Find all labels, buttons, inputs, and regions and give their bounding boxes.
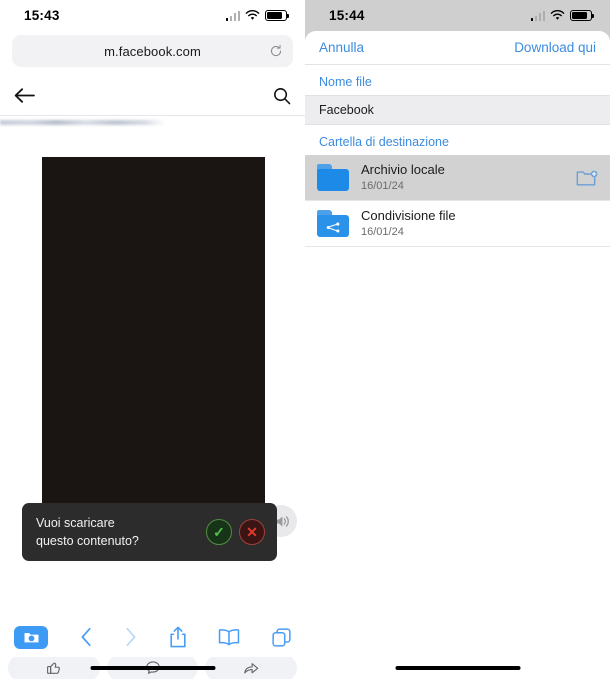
tabs-icon[interactable] [272,627,291,647]
dialog-message: Vuoi scaricare questo contenuto? [36,514,139,550]
dual-screenshot-container: 15:43 m.facebook.com Vuoi scaricare ques… [0,0,610,679]
cellular-signal-icon [225,10,240,21]
status-bar-left: 15:43 [0,0,305,31]
folder-date: 16/01/24 [361,179,404,192]
destination-section-label: Cartella di destinazione [305,125,610,155]
new-folder-icon[interactable] [576,169,598,187]
filename-input[interactable]: Facebook [305,95,610,125]
safari-toolbar [0,617,305,657]
wifi-icon [245,10,260,20]
cellular-signal-icon [530,10,545,21]
book-icon[interactable] [218,628,240,646]
home-indicator-left [90,665,215,670]
wifi-icon [550,10,565,20]
facebook-nav-bar [0,76,305,116]
status-bar-icons [530,10,595,21]
battery-icon [570,10,595,21]
facebook-post-area: Vuoi scaricare questo contenuto? ✓ ✕ [0,120,305,679]
folder-list-item-archivio-locale[interactable]: Archivio locale 16/01/24 [305,155,610,201]
status-bar-right: 15:44 [305,0,610,31]
sheet-header: Annulla Download qui [305,31,610,65]
url-text: m.facebook.com [104,43,201,59]
status-bar-time: 15:43 [24,8,60,23]
reload-icon[interactable] [269,44,283,58]
video-player[interactable] [42,157,265,512]
thumbs-up-icon[interactable] [8,655,100,679]
left-phone-screen: 15:43 m.facebook.com Vuoi scaricare ques… [0,0,305,679]
share-up-icon[interactable] [169,626,187,648]
shared-folder-icon [317,210,351,237]
download-confirm-dialog: Vuoi scaricare questo contenuto? ✓ ✕ [22,503,277,562]
dialog-message-line1: Vuoi scaricare [36,516,115,530]
check-circle-icon[interactable]: ✓ [206,519,232,546]
safari-url-bar-container: m.facebook.com [0,31,305,76]
download-here-button[interactable]: Download qui [514,40,596,55]
status-bar-icons [225,10,290,21]
share-arrow-icon[interactable] [205,655,298,679]
folder-date: 16/01/24 [361,225,404,238]
dialog-buttons: ✓ ✕ [206,519,265,546]
search-input[interactable]: m.facebook.com [12,35,293,67]
chevron-right-icon[interactable] [124,627,137,647]
downloads-folder-icon[interactable] [14,625,48,649]
battery-icon [265,10,290,21]
blurred-post-text [0,120,165,125]
right-phone-screen: 15:44 Annulla Download qui Nome file Fac… [305,0,610,679]
x-circle-icon[interactable]: ✕ [239,519,265,546]
search-icon[interactable] [273,87,291,105]
filename-section-label: Nome file [305,65,610,95]
folder-list-item-condivisione-file[interactable]: Condivisione file 16/01/24 [305,201,610,247]
folder-icon [317,164,351,191]
folder-name: Archivio locale [361,161,445,177]
back-arrow-icon[interactable] [14,87,35,104]
status-bar-time: 15:44 [329,8,365,23]
folder-meta: Archivio locale 16/01/24 [361,162,576,194]
home-indicator-right [395,665,520,670]
dialog-message-line2: questo contenuto? [36,534,139,549]
cancel-button[interactable]: Annulla [319,40,364,55]
folder-name: Condivisione file [361,207,456,223]
chevron-left-icon[interactable] [80,627,93,647]
network-share-glyph [326,222,340,233]
file-picker-sheet: Annulla Download qui Nome file Facebook … [305,31,610,679]
folder-meta: Condivisione file 16/01/24 [361,208,598,240]
